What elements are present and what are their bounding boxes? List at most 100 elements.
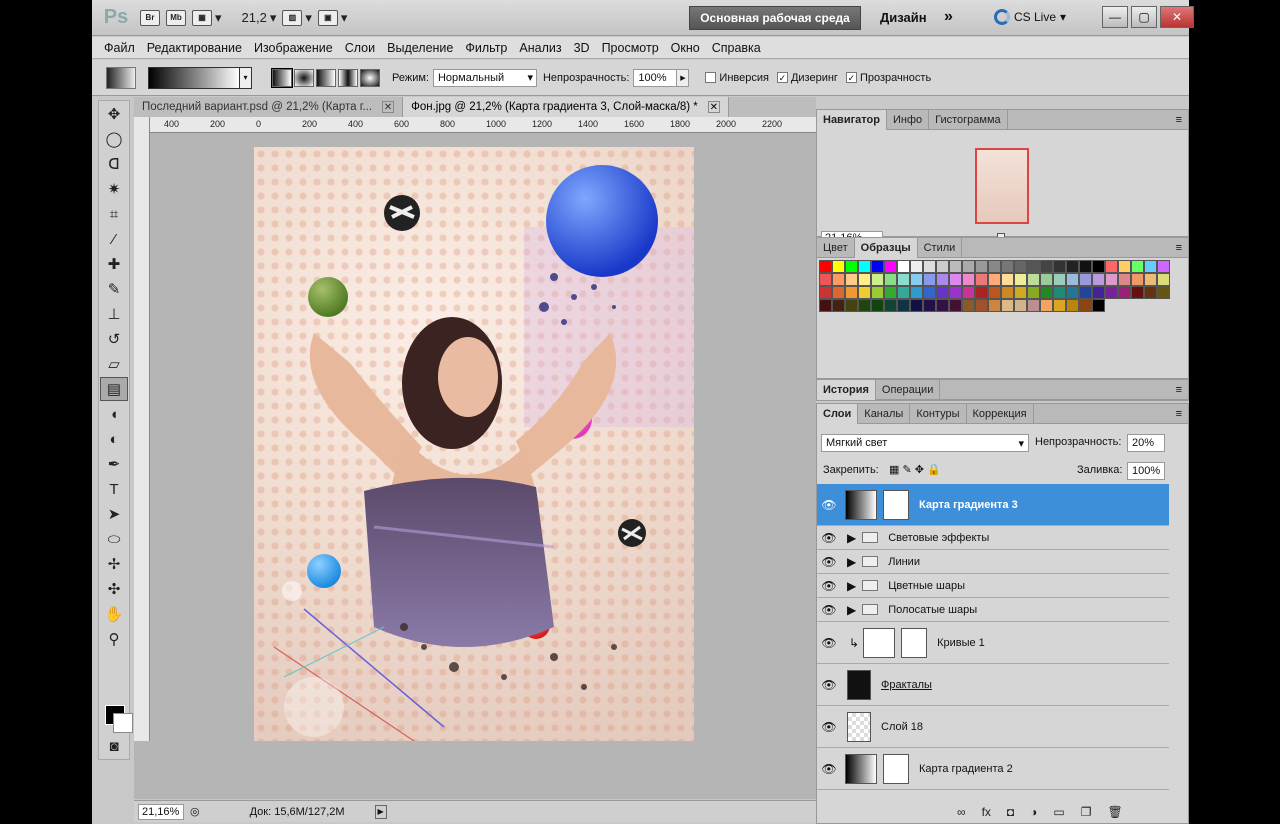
view-extras-button[interactable]: ▦ ▾: [192, 7, 222, 29]
opacity-slider-button[interactable]: ▶: [677, 68, 690, 87]
color-swatch[interactable]: [1066, 273, 1079, 286]
color-swatch[interactable]: [923, 273, 936, 286]
expand-triangle-icon[interactable]: ▶: [847, 555, 856, 569]
workspace-button[interactable]: Основная рабочая среда: [689, 6, 861, 30]
color-swatch[interactable]: [1157, 273, 1170, 286]
blur-tool-icon[interactable]: ◖: [100, 402, 128, 426]
color-swatch[interactable]: [1001, 299, 1014, 312]
color-swatch[interactable]: [923, 260, 936, 273]
color-swatch[interactable]: [1105, 260, 1118, 273]
menu-filter[interactable]: Фильтр: [465, 41, 507, 55]
tab-layers[interactable]: Слои: [817, 403, 859, 424]
tab-color[interactable]: Цвет: [817, 237, 855, 258]
eyedropper-tool-icon[interactable]: ⁄: [100, 227, 128, 251]
navigator-thumbnail[interactable]: [975, 148, 1029, 224]
opacity-input[interactable]: 100%: [633, 68, 678, 87]
color-swatch[interactable]: [884, 299, 897, 312]
tab-adjustments[interactable]: Коррекция: [967, 403, 1034, 424]
color-swatch[interactable]: [858, 273, 871, 286]
blend-mode-select[interactable]: Мягкий свет ▾: [821, 434, 1029, 452]
color-swatch[interactable]: [871, 260, 884, 273]
color-swatch[interactable]: [845, 286, 858, 299]
invert-checkbox[interactable]: Инверсия: [705, 72, 769, 84]
angle-gradient-button[interactable]: [316, 68, 336, 87]
tab-paths[interactable]: Контуры: [910, 403, 967, 424]
trash-icon[interactable]: 🗑: [1108, 805, 1123, 819]
color-swatch[interactable]: [897, 260, 910, 273]
color-swatch[interactable]: [819, 286, 832, 299]
eye-icon[interactable]: 👁: [817, 603, 841, 617]
color-swatch[interactable]: [832, 260, 845, 273]
minimize-button[interactable]: —: [1102, 6, 1128, 28]
color-swatch[interactable]: [1053, 299, 1066, 312]
tab-styles[interactable]: Стили: [918, 237, 963, 258]
color-swatch[interactable]: [1105, 273, 1118, 286]
color-swatch[interactable]: [1144, 286, 1157, 299]
cs-live-button[interactable]: CS Live ▾: [994, 9, 1066, 25]
menu-view[interactable]: Просмотр: [602, 41, 659, 55]
color-swatch[interactable]: [819, 260, 832, 273]
color-swatch[interactable]: [819, 299, 832, 312]
tab-last-version[interactable]: Последний вариант.psd @ 21,2% (Карта г..…: [134, 97, 404, 117]
color-swatch[interactable]: [1014, 260, 1027, 273]
color-swatch[interactable]: [1105, 286, 1118, 299]
color-swatch[interactable]: [910, 299, 923, 312]
color-swatch[interactable]: [858, 286, 871, 299]
eye-icon[interactable]: 👁: [817, 555, 841, 569]
color-swatch[interactable]: [1092, 273, 1105, 286]
eye-icon[interactable]: 👁: [817, 762, 841, 776]
arrange-docs-button[interactable]: ▥ ▾: [282, 7, 312, 29]
expand-triangle-icon[interactable]: ▶: [847, 579, 856, 593]
menu-window[interactable]: Окно: [671, 41, 700, 55]
tool-preset-picker[interactable]: [106, 66, 136, 89]
layer-row[interactable]: 👁 Фракталы: [817, 664, 1169, 706]
color-swatch[interactable]: [1092, 299, 1105, 312]
menu-edit[interactable]: Редактирование: [147, 41, 242, 55]
tab-actions[interactable]: Операции: [876, 379, 941, 400]
marquee-tool-icon[interactable]: ◯: [100, 127, 128, 151]
color-swatch[interactable]: [1014, 273, 1027, 286]
color-swatch[interactable]: [1157, 286, 1170, 299]
quick-mask-icon[interactable]: ◙: [100, 734, 128, 758]
color-swatch[interactable]: [832, 273, 845, 286]
color-swatch[interactable]: [1066, 286, 1079, 299]
layer-row[interactable]: 👁 ↳ Кривые 1: [817, 622, 1169, 664]
restore-button[interactable]: ▢: [1131, 6, 1157, 28]
shape-tool-icon[interactable]: ⬭: [100, 527, 128, 551]
color-swatch[interactable]: [910, 273, 923, 286]
color-swatch[interactable]: [1014, 299, 1027, 312]
color-swatch[interactable]: [1027, 299, 1040, 312]
tab-channels[interactable]: Каналы: [858, 403, 911, 424]
color-swatch[interactable]: [962, 260, 975, 273]
eye-icon[interactable]: 👁: [817, 531, 841, 545]
color-swatch[interactable]: [936, 299, 949, 312]
panel-menu-icon[interactable]: ≡: [1176, 384, 1182, 396]
color-swatch[interactable]: [845, 273, 858, 286]
radial-gradient-button[interactable]: [294, 68, 314, 87]
color-swatch[interactable]: [897, 273, 910, 286]
expand-triangle-icon[interactable]: ▶: [847, 531, 856, 545]
eye-icon[interactable]: 👁: [817, 636, 841, 650]
color-swatch[interactable]: [819, 273, 832, 286]
background-color-swatch[interactable]: [113, 713, 133, 733]
mode-select[interactable]: Нормальный ▾: [432, 68, 537, 87]
close-button[interactable]: ✕: [1160, 6, 1194, 28]
3d-camera-tool-icon[interactable]: ✣: [100, 577, 128, 601]
3d-rotate-tool-icon[interactable]: ✢: [100, 552, 128, 576]
swatch-grid[interactable]: [819, 260, 1170, 312]
layer-row[interactable]: 👁 Слой 18: [817, 706, 1169, 748]
eye-icon[interactable]: 👁: [817, 720, 841, 734]
canvas-area[interactable]: [150, 133, 885, 741]
dodge-tool-icon[interactable]: ◐: [100, 427, 128, 451]
brush-tool-icon[interactable]: ✎: [100, 277, 128, 301]
color-swatch[interactable]: [1079, 286, 1092, 299]
menu-analysis[interactable]: Анализ: [519, 41, 561, 55]
panel-menu-icon[interactable]: ≡: [1176, 242, 1182, 254]
tab-info[interactable]: Инфо: [887, 109, 930, 130]
gradient-preview[interactable]: [148, 66, 240, 89]
menu-file[interactable]: Файл: [104, 41, 135, 55]
close-tab-icon[interactable]: ✕: [382, 101, 395, 113]
layer-row[interactable]: 👁 Карта градиента 2: [817, 748, 1169, 790]
dither-checkbox[interactable]: ✓ Дизеринг: [776, 72, 838, 84]
status-menu-arrow[interactable]: ▶: [374, 804, 387, 819]
